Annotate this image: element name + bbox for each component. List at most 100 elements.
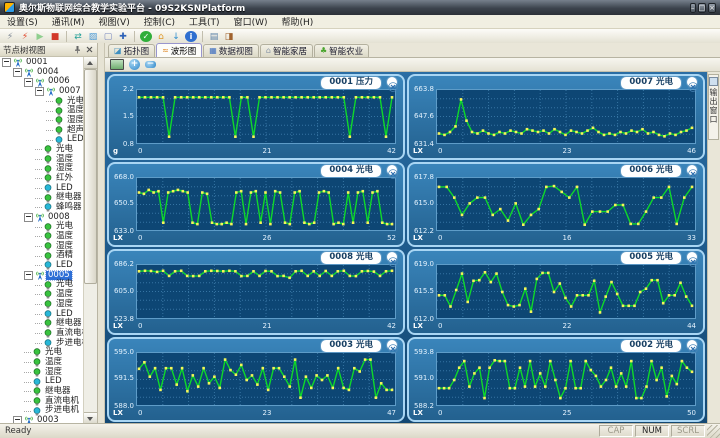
menu-item-6[interactable]: 帮助(H) bbox=[275, 15, 321, 28]
toolbar-separator bbox=[66, 31, 67, 42]
anchor-icon[interactable]: ✚ bbox=[117, 31, 129, 43]
expander-icon[interactable] bbox=[13, 68, 22, 77]
tab-数据视图[interactable]: ▦ 数据视图 bbox=[203, 44, 259, 57]
tree-node-0004-1[interactable]: 0004 bbox=[0, 67, 84, 78]
x-tick: 50 bbox=[687, 409, 696, 417]
x-tick: 0 bbox=[438, 409, 443, 417]
tree-connector bbox=[24, 400, 31, 402]
chart-title: 0005 光电 bbox=[620, 251, 682, 265]
tab-智能农业[interactable]: ♣ 智能农业 bbox=[313, 44, 370, 57]
chart-close-icon[interactable] bbox=[386, 76, 398, 92]
tree-leaf-LED-21[interactable]: LED bbox=[0, 261, 84, 271]
y-tick: 605.0 bbox=[113, 286, 134, 295]
home-icon[interactable]: ⌂ bbox=[155, 31, 167, 43]
output-window-tab[interactable]: 输出窗口 bbox=[708, 74, 719, 140]
expander-icon[interactable] bbox=[2, 58, 11, 68]
sensor-icon bbox=[43, 232, 53, 241]
tree-leaf-步进电机-29[interactable]: 步进电机 bbox=[0, 338, 84, 348]
close-icon[interactable] bbox=[85, 45, 94, 54]
tree-label: 湿度 bbox=[56, 298, 74, 309]
plot-area bbox=[136, 176, 396, 231]
status-key-NUM: NUM bbox=[635, 425, 669, 437]
stop-icon[interactable]: ■ bbox=[49, 31, 61, 43]
maximize-button[interactable]: □ bbox=[697, 2, 707, 13]
tree-leaf-光电-30[interactable]: 光电 bbox=[0, 348, 84, 358]
zoom-out-icon[interactable]: − bbox=[145, 60, 156, 69]
menu-item-0[interactable]: 设置(S) bbox=[0, 15, 45, 28]
window-icon[interactable]: ▢ bbox=[102, 31, 114, 43]
chart-close-icon[interactable] bbox=[686, 251, 698, 267]
expander-icon[interactable] bbox=[24, 77, 33, 87]
plot-area bbox=[436, 351, 696, 406]
x-ticks: 0 21 42 bbox=[136, 322, 396, 330]
ok-icon[interactable]: ✓ bbox=[140, 31, 152, 42]
scroll-up-button[interactable] bbox=[84, 57, 97, 69]
tree-scrollbar[interactable] bbox=[83, 57, 97, 424]
card-icon[interactable]: ▤ bbox=[208, 31, 220, 43]
chart-close-icon[interactable] bbox=[686, 76, 698, 92]
close-button[interactable]: × bbox=[708, 2, 716, 13]
sensor-icon bbox=[43, 252, 53, 261]
start-icon[interactable]: ▶ bbox=[34, 31, 46, 43]
y-tick: 615.0 bbox=[413, 199, 434, 208]
pin-icon[interactable] bbox=[73, 45, 82, 54]
tab-波形图[interactable]: ≈ 波形图 bbox=[156, 43, 203, 57]
chart-close-icon[interactable] bbox=[686, 338, 698, 354]
menu-item-2[interactable]: 视图(V) bbox=[92, 15, 137, 28]
menu-item-4[interactable]: 工具(T) bbox=[182, 15, 227, 28]
resize-grip[interactable] bbox=[707, 424, 720, 438]
refresh-icon[interactable]: ⇄ bbox=[72, 31, 84, 43]
menu-item-1[interactable]: 通讯(M) bbox=[45, 15, 92, 28]
plot-area bbox=[436, 176, 696, 231]
menu-item-5[interactable]: 窗口(W) bbox=[227, 15, 275, 28]
scroll-thumb[interactable] bbox=[84, 69, 97, 284]
panel-splitter[interactable] bbox=[98, 43, 105, 424]
y-tick: 595.0 bbox=[113, 347, 134, 356]
tab-智能家居[interactable]: ⌂ 智能家居 bbox=[259, 44, 313, 57]
chart-close-icon[interactable] bbox=[386, 338, 398, 354]
tree-connector bbox=[24, 391, 31, 393]
x-tick: 42 bbox=[387, 146, 396, 155]
tree-connector bbox=[35, 236, 42, 238]
chart-close-icon[interactable] bbox=[386, 251, 398, 267]
expander-icon[interactable] bbox=[24, 213, 33, 223]
app-icon bbox=[4, 2, 15, 13]
sensor-icon bbox=[43, 193, 53, 203]
download-icon[interactable]: ↓ bbox=[170, 31, 182, 43]
toolbar-separator bbox=[202, 31, 203, 42]
expander-icon[interactable] bbox=[24, 271, 33, 281]
sensor-icon bbox=[43, 155, 53, 164]
title-bar[interactable]: 奥尔斯物联网综合教学实验平台 - 09S2KSNPlatform – □ × bbox=[0, 0, 720, 15]
tab-拓扑图[interactable]: ◪ 拓扑图 bbox=[108, 44, 156, 57]
tree-leaf-LED-33[interactable]: LED bbox=[0, 377, 84, 387]
disconnect-icon[interactable]: ⚡ bbox=[19, 31, 31, 43]
x-tick: 21 bbox=[262, 146, 272, 155]
unit-label: LX bbox=[413, 321, 423, 330]
chart-title: 0003 光电 bbox=[320, 338, 382, 353]
tree-leaf-湿度-32[interactable]: 湿度 bbox=[0, 367, 84, 378]
view-mode-icon[interactable] bbox=[110, 59, 124, 70]
info-icon[interactable]: i bbox=[185, 31, 197, 42]
node-tree: 0001000400060007光电温度湿度超声波LED光电温度湿度红外LED继… bbox=[0, 57, 97, 424]
tree-leaf-温度-31[interactable]: 温度 bbox=[0, 357, 84, 368]
sensor-icon bbox=[43, 290, 53, 299]
waveform-svg bbox=[437, 352, 695, 406]
exit-icon[interactable]: ◨ bbox=[223, 31, 235, 43]
snapshot-icon[interactable]: ▨ bbox=[87, 31, 99, 43]
tree-leaf-蜂鸣器-15[interactable]: 蜂鸣器 bbox=[0, 203, 84, 213]
expander-icon[interactable] bbox=[35, 87, 44, 97]
minimize-button[interactable]: – bbox=[690, 2, 696, 13]
charts-area: 2.2 1.5 0.8 0 21 42 g 0001 压力 663.8 647.6 631.4 0 23… bbox=[105, 72, 720, 424]
chart-close-icon[interactable] bbox=[686, 163, 698, 179]
smart-home-icon: ⌂ bbox=[265, 46, 271, 55]
tree-connector bbox=[24, 371, 31, 373]
menu-item-3[interactable]: 控制(C) bbox=[137, 15, 182, 28]
connect-icon[interactable]: ⚡ bbox=[4, 31, 16, 43]
zoom-in-icon[interactable]: + bbox=[129, 59, 140, 70]
tree-connector bbox=[35, 226, 42, 228]
chart-close-icon[interactable] bbox=[386, 163, 398, 179]
sensor-icon bbox=[43, 319, 53, 328]
workspace: ◪ 拓扑图 ≈ 波形图 ▦ 数据视图 ⌂ 智能家居 ♣ 智能农业 + − 2.2 1.5 0.8 0 21… bbox=[105, 43, 720, 424]
toolbar-separator bbox=[134, 31, 135, 42]
y-tick: 663.8 bbox=[413, 85, 434, 93]
